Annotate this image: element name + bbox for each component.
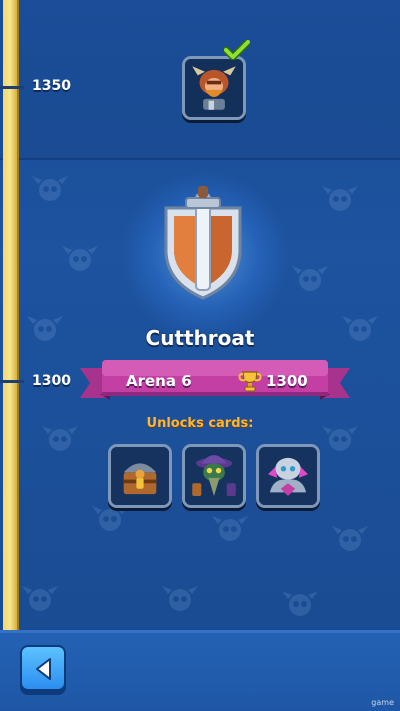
milestone-trophies-1350: 1350	[32, 78, 71, 94]
milestone-tick	[0, 86, 24, 89]
unlocks-cards-label: Unlocks cards:	[146, 416, 254, 431]
arena-trophies: 1300	[266, 372, 308, 390]
arena-ribbon-banner	[80, 360, 350, 400]
checkmark-icon	[224, 40, 250, 60]
trophy-icon	[238, 371, 262, 392]
arena-label: Arena 6	[126, 372, 192, 390]
milestone-tick	[0, 380, 24, 383]
unlock-card-plague-doctor[interactable]	[182, 444, 246, 508]
hooded-plague-doctor-card-icon	[185, 447, 243, 505]
trophy-progress-track	[3, 0, 19, 630]
crystal-golem-card-icon	[259, 447, 317, 505]
watermark: game	[371, 698, 394, 707]
sword-shield-icon	[164, 186, 242, 300]
back-arrow-icon	[36, 658, 51, 680]
unlock-card-chest[interactable]	[108, 444, 172, 508]
treasure-chest-card-icon	[111, 447, 169, 505]
unlock-card-crystal-golem[interactable]	[256, 444, 320, 508]
milestone-trophies-1300: 1300	[32, 373, 71, 389]
barbarian-hero-card-icon	[185, 59, 243, 117]
barbarian-reward-card[interactable]	[182, 56, 246, 120]
arena-name: Cutthroat	[145, 326, 255, 350]
back-button[interactable]	[20, 645, 66, 691]
